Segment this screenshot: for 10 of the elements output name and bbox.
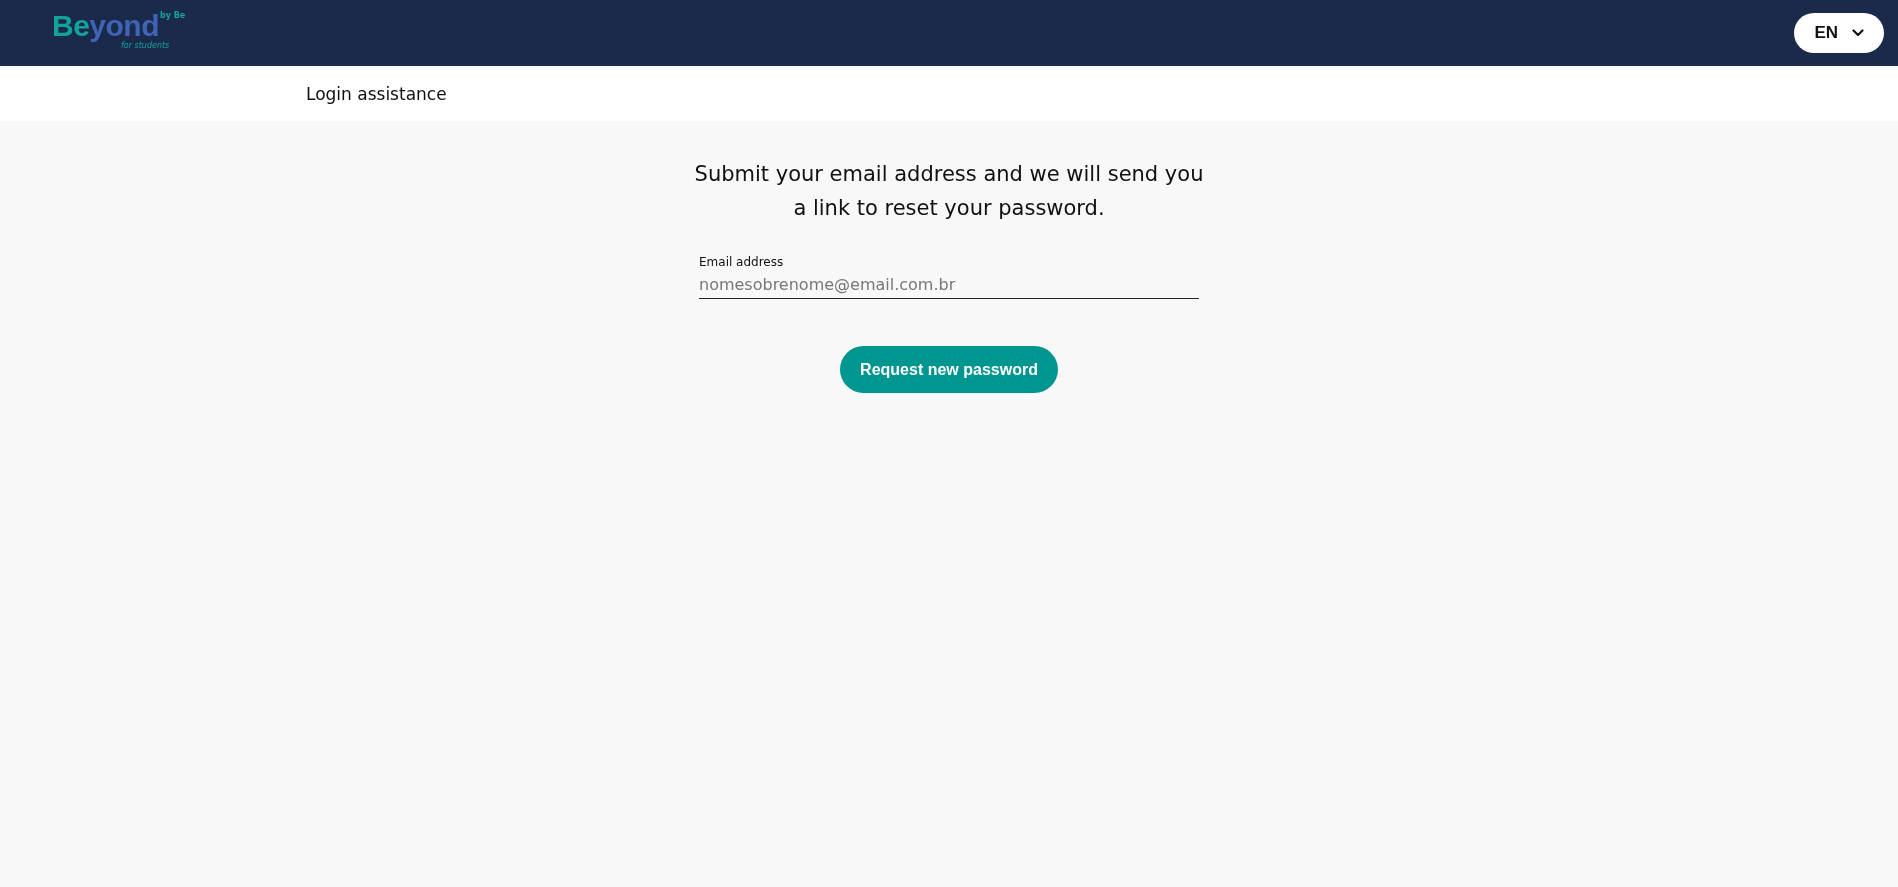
field-label: Email address (699, 255, 785, 269)
logo-subtitle: for students (121, 40, 170, 50)
logo-wordmark: Beyond (52, 10, 160, 41)
language-selector[interactable]: EN (1794, 13, 1884, 53)
page-title: Login assistance (306, 83, 447, 104)
logo-tag: by Be (160, 10, 186, 20)
instruction-text: Submit your email address and we will send you a link to reset your password. (693, 161, 1205, 222)
chevron-down-icon (1852, 29, 1864, 37)
email-input[interactable]: nomesobrenome@email.com.br (699, 269, 1199, 299)
request-password-button[interactable]: Request new password (840, 346, 1058, 393)
